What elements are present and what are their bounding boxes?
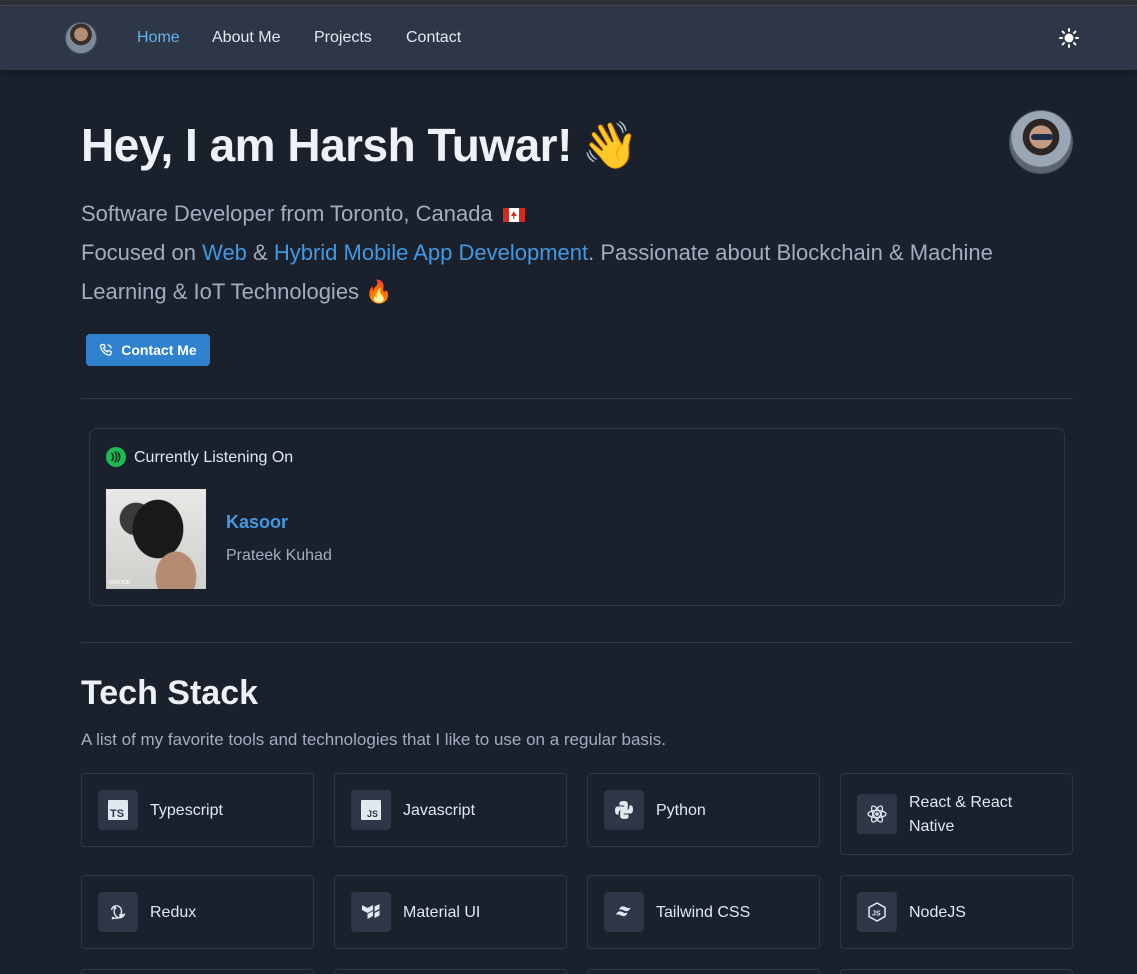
divider xyxy=(81,398,1073,399)
fire-emoji: 🔥 xyxy=(365,279,393,304)
song-title-link[interactable]: Kasoor xyxy=(226,512,288,533)
tech-card-redux[interactable]: Redux xyxy=(81,875,314,949)
tech-label: Python xyxy=(656,802,706,819)
tech-card-typescript[interactable]: TS Typescript xyxy=(81,773,314,847)
redux-icon xyxy=(98,892,138,932)
tech-card-partial[interactable] xyxy=(334,969,567,974)
nav-link-projects[interactable]: Projects xyxy=(314,29,372,47)
theme-toggle-button[interactable] xyxy=(1058,27,1080,49)
tech-card-nodejs[interactable]: JS NodeJS xyxy=(840,875,1073,949)
tech-label: Material UI xyxy=(403,904,481,921)
hero-focus-suffix: . Passionate about Blockchain & Machine xyxy=(588,240,993,265)
tech-label: React & React Native xyxy=(909,794,1013,835)
spotify-icon xyxy=(106,447,126,467)
tech-stack-subtitle: A list of my favorite tools and technolo… xyxy=(81,730,666,749)
listening-label: Currently Listening On xyxy=(134,449,294,466)
tech-card-partial[interactable] xyxy=(840,969,1073,974)
divider xyxy=(81,642,1073,643)
hero-avatar xyxy=(1009,110,1073,174)
nav-avatar[interactable] xyxy=(65,22,97,54)
hero-focus-amp: & xyxy=(246,240,274,265)
wave-emoji: 👋 xyxy=(581,119,639,171)
tech-card-partial[interactable] xyxy=(587,969,820,974)
typescript-icon: TS xyxy=(98,790,138,830)
navbar: Home About Me Projects Contact xyxy=(0,6,1137,70)
tech-card-python[interactable]: Python xyxy=(587,773,820,847)
hero-focus-line3: Learning & IoT Technologies xyxy=(81,279,360,304)
tech-card-tailwind[interactable]: Tailwind CSS xyxy=(587,875,820,949)
tech-card-partial[interactable] xyxy=(81,969,314,974)
tech-label: Typescript xyxy=(150,802,223,819)
canada-flag-icon xyxy=(502,208,525,223)
tech-stack-title: Tech Stack xyxy=(81,674,259,712)
hero-title: Hey, I am Harsh Tuwar! 👋 xyxy=(81,118,639,173)
javascript-icon: JS xyxy=(351,790,391,830)
web-link[interactable]: Web xyxy=(202,240,247,265)
svg-text:TS: TS xyxy=(110,808,124,820)
material-ui-icon xyxy=(351,892,391,932)
hero-focus-prefix: Focused on xyxy=(81,240,203,265)
phone-icon xyxy=(100,343,113,356)
nav-link-home[interactable]: Home xyxy=(137,29,180,47)
tech-label: Redux xyxy=(150,904,197,921)
contact-me-button[interactable]: Contact Me xyxy=(86,334,210,366)
svg-text:JS: JS xyxy=(367,809,378,819)
python-icon xyxy=(604,790,644,830)
contact-me-label: Contact Me xyxy=(121,342,197,358)
svg-text:JS: JS xyxy=(872,911,881,918)
hero-focus-continued: Learning & IoT Technologies 🔥 xyxy=(81,272,393,311)
nodejs-icon: JS xyxy=(857,892,897,932)
hero-location: Software Developer from Toronto, Canada xyxy=(81,194,525,233)
react-icon xyxy=(857,794,897,834)
tech-label: Tailwind CSS xyxy=(656,904,751,921)
nav-link-about[interactable]: About Me xyxy=(212,29,280,47)
tech-label: NodeJS xyxy=(909,904,966,921)
album-art[interactable]: KASOOR xyxy=(106,489,206,589)
hero-location-text: Software Developer from Toronto, Canada xyxy=(81,201,493,226)
tech-card-react[interactable]: React & React Native xyxy=(840,773,1073,855)
currently-listening-card: Currently Listening On KASOOR Kasoor Pra… xyxy=(89,428,1065,606)
tech-label: Javascript xyxy=(403,802,476,819)
tailwind-icon xyxy=(604,892,644,932)
tech-card-javascript[interactable]: JS Javascript xyxy=(334,773,567,847)
hero-focus: Focused on Web & Hybrid Mobile App Devel… xyxy=(81,233,993,272)
song-artist: Prateek Kuhad xyxy=(226,547,332,564)
hero-title-text: Hey, I am Harsh Tuwar! xyxy=(81,119,572,171)
nav-link-contact[interactable]: Contact xyxy=(406,29,461,47)
hybrid-mobile-link[interactable]: Hybrid Mobile App Development xyxy=(274,240,588,265)
sun-icon xyxy=(1059,28,1079,48)
tech-card-material-ui[interactable]: Material UI xyxy=(334,875,567,949)
album-art-caption: KASOOR xyxy=(109,580,131,586)
